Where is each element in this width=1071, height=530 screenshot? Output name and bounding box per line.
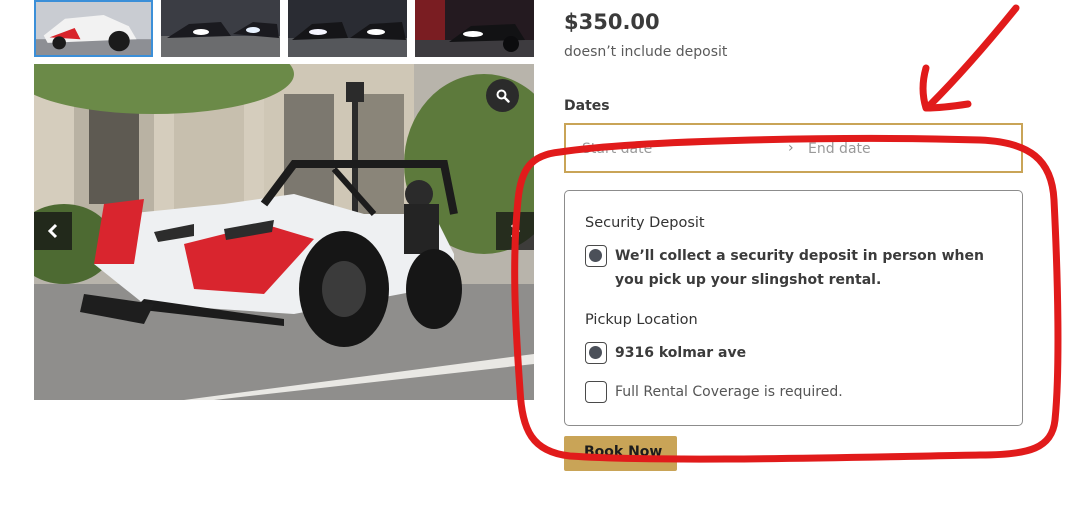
gallery-prev-button[interactable] <box>34 212 72 250</box>
gallery-next-button[interactable] <box>496 212 534 250</box>
book-now-label: Book Now <box>584 444 663 460</box>
dates-label: Dates <box>564 98 610 114</box>
security-deposit-option-label: We’ll collect a security deposit in pers… <box>615 248 984 288</box>
zoom-button[interactable] <box>486 79 519 112</box>
annotation-arrow-shaft <box>926 4 1020 109</box>
thumbnail-strip <box>34 0 534 58</box>
rental-coverage-label: Full Rental Coverage is required. <box>615 384 843 400</box>
security-deposit-radio[interactable] <box>585 245 607 267</box>
pickup-location-option-label: 9316 kolmar ave <box>615 345 747 361</box>
security-deposit-heading: Security Deposit <box>585 215 705 231</box>
magnifier-icon <box>496 89 510 103</box>
end-date-input[interactable]: End date <box>808 141 871 157</box>
annotation-arrow-head <box>919 64 972 112</box>
chevron-left-icon <box>47 223 58 239</box>
price-note: doesn’t include deposit <box>564 44 728 60</box>
chevron-right-icon: › <box>788 140 794 156</box>
booking-options-panel: Security Deposit We’ll collect a securit… <box>564 190 1023 426</box>
product-main-image[interactable] <box>34 64 534 400</box>
product-page: $350.00 doesn’t include deposit Dates St… <box>0 0 1071 530</box>
product-price: $350.00 <box>564 10 660 34</box>
rental-coverage-checkbox[interactable] <box>585 381 607 403</box>
pickup-location-heading: Pickup Location <box>585 312 698 328</box>
date-range-picker[interactable]: Start date › End date <box>564 123 1023 173</box>
book-now-button[interactable]: Book Now <box>564 436 677 471</box>
thumbnail-1[interactable] <box>34 0 153 57</box>
thumbnail-2[interactable] <box>161 0 280 57</box>
thumbnail-4[interactable] <box>415 0 534 57</box>
thumbnail-3[interactable] <box>288 0 407 57</box>
chevron-right-icon <box>510 223 521 239</box>
pickup-location-radio[interactable] <box>585 342 607 364</box>
start-date-input[interactable]: Start date <box>582 141 652 157</box>
